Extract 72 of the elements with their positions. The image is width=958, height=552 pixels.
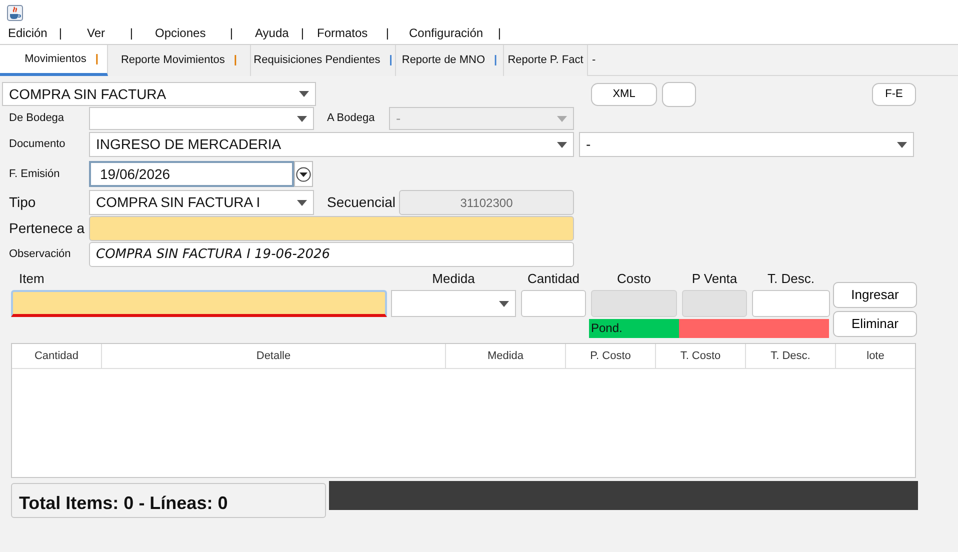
field-label: F. Emisión (8, 166, 61, 182)
menu-item[interactable]: Ver (87, 24, 106, 42)
menu-item[interactable]: Opciones (155, 24, 206, 42)
date-picker-button[interactable] (294, 161, 313, 187)
input-field[interactable] (521, 290, 586, 317)
field-label: Item (18, 270, 46, 287)
text-field[interactable] (89, 216, 574, 241)
tab[interactable]: Requisiciones Pendientes | (251, 45, 396, 76)
column-header[interactable]: T. Costo (656, 344, 746, 368)
menu-item[interactable]: Ayuda (255, 24, 289, 42)
dropdown[interactable]: - (579, 132, 914, 157)
dropdown[interactable]: COMPRA SIN FACTURA I (89, 190, 314, 215)
field-label: Tipo (8, 193, 37, 212)
date-field[interactable]: 19/06/2026 (89, 161, 294, 187)
toolbar-button[interactable]: XML (591, 82, 657, 106)
menu-item[interactable]: Configuración (409, 24, 484, 42)
toolbar-button[interactable]: F-E (872, 82, 916, 106)
action-button[interactable]: Ingresar (833, 282, 917, 308)
caret-icon (557, 116, 567, 122)
caret-icon (499, 300, 509, 306)
tab[interactable]: Reporte Movimientos | (108, 45, 251, 76)
caret-icon (297, 116, 307, 122)
status-label: Pond. (589, 319, 679, 338)
column-header[interactable]: Cantidad (12, 344, 102, 368)
column-header[interactable]: lote (836, 344, 915, 368)
totals-panel: Total Items: 0 - Líneas: 0 (11, 483, 326, 518)
tab-separator: | (389, 53, 392, 68)
caret-icon (299, 91, 309, 97)
menu-separator: | (498, 25, 501, 42)
tab[interactable]: Reporte de MNO | (396, 45, 504, 76)
field-label: Cantidad (526, 270, 581, 287)
menu-item[interactable]: Formatos (317, 24, 368, 42)
menu-separator: | (230, 25, 233, 42)
field-label: Documento (8, 137, 66, 152)
dropdown[interactable]: INGRESO DE MERCADERIA (89, 132, 574, 157)
caret-icon (296, 166, 311, 182)
coffee-cup-icon (7, 4, 23, 21)
tab-separator: | (95, 52, 98, 67)
dropdown[interactable] (89, 107, 314, 130)
field-label: Medida (431, 270, 476, 287)
tab[interactable]: Reporte P. Fact (504, 45, 588, 76)
caret-icon (557, 142, 567, 148)
menu-separator: | (58, 25, 62, 42)
field-label: Pertenece a (8, 219, 86, 238)
field-label: P Venta (690, 270, 738, 287)
tab-separator: | (494, 53, 498, 68)
field-label: Costo (616, 270, 652, 287)
action-button[interactable]: Eliminar (833, 311, 917, 337)
field-label: A Bodega (327, 111, 376, 126)
input-field[interactable] (752, 290, 830, 317)
field-label: De Bodega (8, 111, 66, 126)
dropdown[interactable]: COMPRA SIN FACTURA (2, 82, 316, 106)
field-label: T. Desc. (766, 270, 816, 287)
text-field[interactable]: COMPRA SIN FACTURA I 19-06-2026 (89, 242, 574, 267)
dropdown[interactable] (391, 290, 516, 317)
menu-separator: | (300, 25, 304, 42)
column-header[interactable]: Medida (446, 344, 566, 368)
field-label: Observación (8, 247, 72, 262)
tab-separator: | (234, 53, 237, 68)
menu-separator: | (386, 25, 389, 42)
field-label: Secuencial (327, 193, 396, 212)
caret-icon (297, 200, 307, 206)
caret-icon (897, 142, 907, 148)
column-header[interactable]: P. Costo (566, 344, 656, 368)
tab[interactable]: Movimientos | (0, 45, 108, 76)
blank-button[interactable] (662, 82, 696, 106)
column-header[interactable]: Detalle (102, 344, 446, 368)
tab-strip-text: - (591, 52, 597, 68)
menu-separator: | (130, 25, 133, 42)
column-header[interactable]: T. Desc. (746, 344, 836, 368)
menu-item[interactable]: Edición (8, 24, 48, 42)
input-field[interactable] (11, 290, 387, 317)
